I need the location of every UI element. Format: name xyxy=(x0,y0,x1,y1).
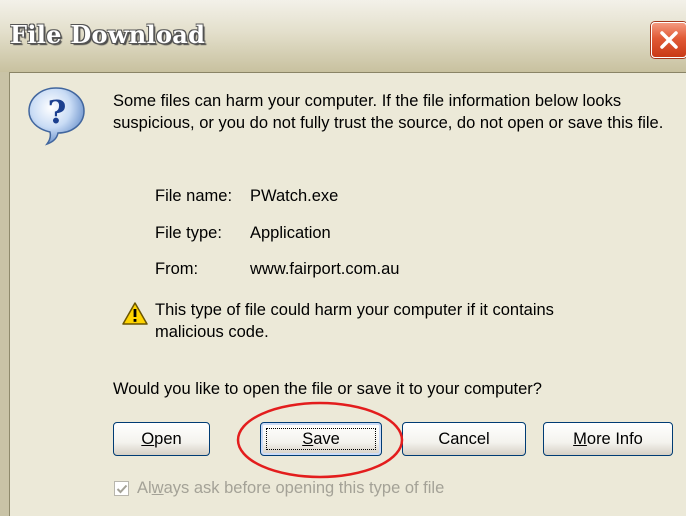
focus-rectangle xyxy=(266,428,376,450)
more-info-mnemonic: M xyxy=(573,430,587,448)
always-ask-checkbox[interactable] xyxy=(114,481,129,496)
cancel-button[interactable]: Cancel xyxy=(402,422,526,456)
svg-text:?: ? xyxy=(48,93,67,131)
warning-message: Some files can harm your computer. If th… xyxy=(113,92,664,132)
always-ask-label: Always ask before opening this type of f… xyxy=(137,479,444,498)
close-icon xyxy=(660,31,678,49)
more-info-label-rest: ore Info xyxy=(586,430,643,448)
save-button[interactable]: Save xyxy=(260,422,382,456)
file-download-dialog: File Download ? Some files can harm your… xyxy=(0,0,686,516)
always-ask-label-start: Al xyxy=(137,479,152,497)
checkmark-icon xyxy=(116,484,128,494)
file-type-label: File type: xyxy=(155,224,222,242)
always-ask-mnemonic: w xyxy=(151,479,164,497)
from-label: From: xyxy=(155,260,199,278)
always-ask-label-rest: ays ask before opening this type of file xyxy=(163,479,445,497)
warning-icon xyxy=(122,302,148,325)
more-info-button[interactable]: More Info xyxy=(543,422,673,456)
open-label-rest: pen xyxy=(154,430,182,448)
question-icon: ? xyxy=(28,87,85,146)
open-button[interactable]: Open xyxy=(113,422,210,456)
title-bar[interactable]: File Download xyxy=(0,0,686,73)
file-name-value: PWatch.exe xyxy=(250,187,339,205)
close-button[interactable] xyxy=(651,22,686,58)
from-value: www.fairport.com.au xyxy=(250,260,400,278)
open-mnemonic: O xyxy=(141,430,155,448)
file-danger-warning: This type of file could harm your comput… xyxy=(155,301,554,341)
file-name-label: File name: xyxy=(155,187,233,205)
save-or-open-question: Would you like to open the file or save … xyxy=(113,380,542,398)
window-border xyxy=(0,72,10,516)
dialog-title: File Download xyxy=(10,20,206,49)
file-type-value: Application xyxy=(250,224,331,242)
